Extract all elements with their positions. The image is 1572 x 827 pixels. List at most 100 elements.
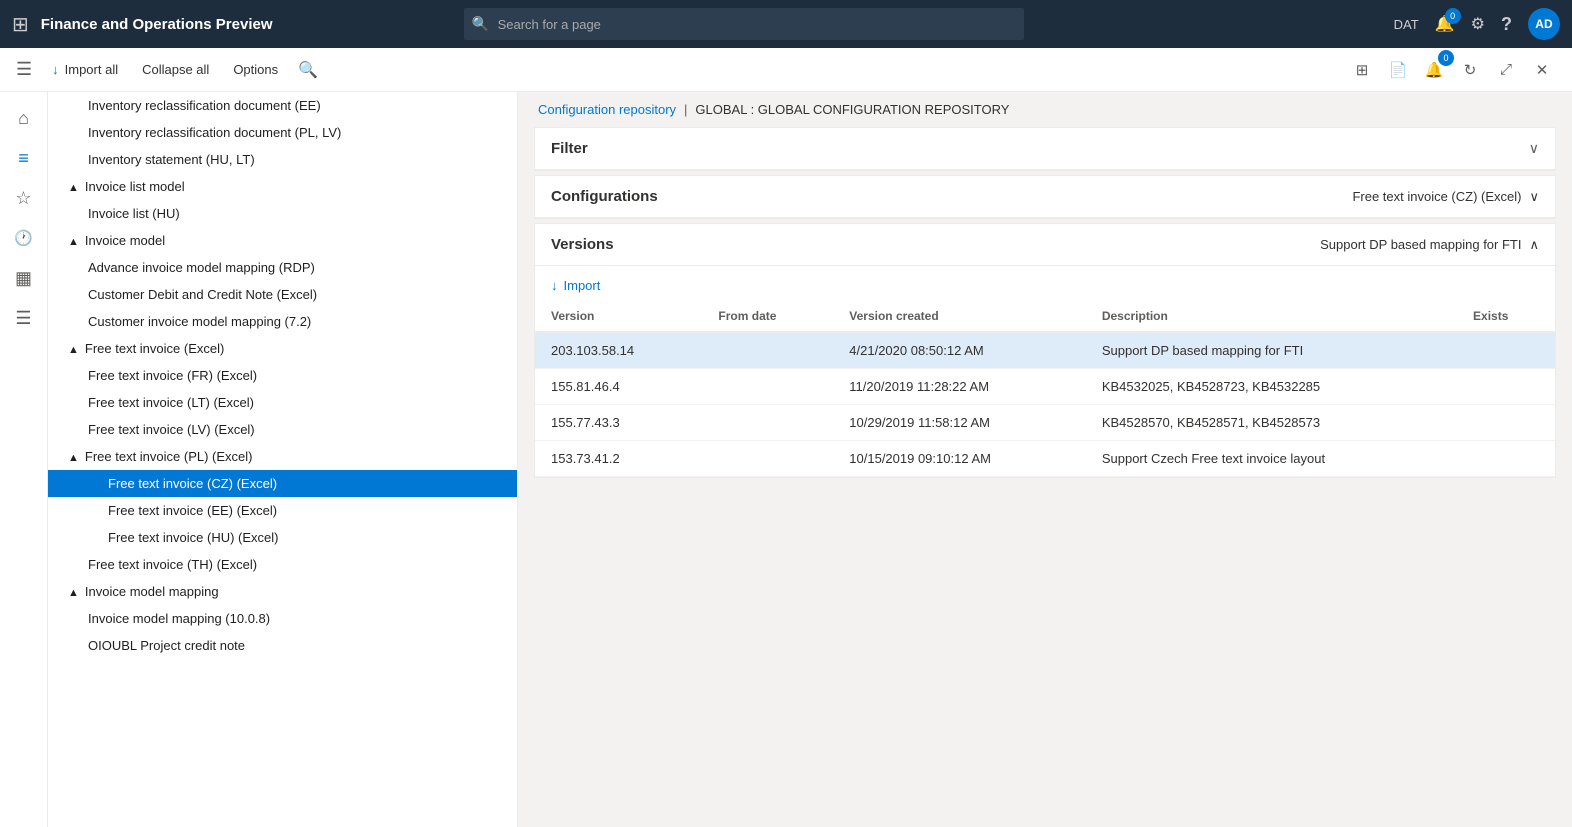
table-row[interactable]: 203.103.58.144/21/2020 08:50:12 AMSuppor… <box>535 332 1555 369</box>
table-cell-exists <box>1457 332 1555 369</box>
notification-badge: 0 <box>1445 8 1461 24</box>
notification-icon[interactable]: 🔔 0 <box>1435 14 1455 34</box>
collapse-all-button[interactable]: Collapse all <box>134 58 217 81</box>
table-header-row: Version From date Version created Descri… <box>535 301 1555 332</box>
tree-item[interactable]: Inventory statement (HU, LT) <box>48 146 517 173</box>
open-new-icon[interactable]: ⤢ <box>1492 56 1520 84</box>
toolbar-search-button[interactable]: 🔍 <box>294 56 322 84</box>
toolbar-badge: 0 <box>1438 50 1454 66</box>
breadcrumb-repo[interactable]: Configuration repository <box>538 102 676 117</box>
options-button[interactable]: Options <box>225 58 286 81</box>
tree-item-label: Free text invoice (EE) (Excel) <box>108 503 277 518</box>
list-icon[interactable]: ☰ <box>6 300 42 336</box>
bookmark-icon[interactable]: 📄 <box>1384 56 1412 84</box>
tree-item[interactable]: Free text invoice (LV) (Excel) <box>48 416 517 443</box>
collapse-icon: ▲ <box>68 587 79 599</box>
table-cell-description: Support DP based mapping for FTI <box>1086 332 1457 369</box>
tree-item-label: Customer Debit and Credit Note (Excel) <box>88 287 317 302</box>
tree-item-label: Free text invoice (PL) (Excel) <box>85 449 253 464</box>
table-cell-version_created: 10/15/2019 09:10:12 AM <box>833 441 1086 477</box>
import-label: Import <box>564 278 601 293</box>
favorites-icon[interactable]: ☆ <box>6 180 42 216</box>
table-row[interactable]: 153.73.41.210/15/2019 09:10:12 AMSupport… <box>535 441 1555 477</box>
apps-grid-icon[interactable]: ⊞ <box>12 12 29 37</box>
search-input[interactable] <box>464 8 1024 40</box>
toolbar: ☰ ↓ Import all Collapse all Options 🔍 ⊞ … <box>0 48 1572 92</box>
table-row[interactable]: 155.77.43.310/29/2019 11:58:12 AMKB45285… <box>535 405 1555 441</box>
configurations-header[interactable]: Configurations Free text invoice (CZ) (E… <box>535 176 1555 218</box>
tree-item[interactable]: ▲Invoice model <box>48 227 517 254</box>
import-button[interactable]: ↓ Import <box>535 270 616 301</box>
versions-toolbar: ↓ Import <box>535 266 1555 301</box>
tree-item[interactable]: ▲Free text invoice (Excel) <box>48 335 517 362</box>
tree-item-label: Invoice list (HU) <box>88 206 180 221</box>
top-nav-bar: ⊞ Finance and Operations Preview 🔍 DAT 🔔… <box>0 0 1572 48</box>
selected-config-label: Free text invoice (CZ) (Excel) <box>1352 189 1521 204</box>
versions-section: Versions Support DP based mapping for FT… <box>534 223 1556 478</box>
versions-title: Versions <box>551 236 614 253</box>
tree-item[interactable]: Free text invoice (EE) (Excel) <box>48 497 517 524</box>
col-from-date: From date <box>702 301 833 332</box>
tree-item[interactable]: Inventory reclassification document (PL,… <box>48 119 517 146</box>
configurations-title: Configurations <box>551 188 658 205</box>
tree-item-label: Advance invoice model mapping (RDP) <box>88 260 315 275</box>
table-row[interactable]: 155.81.46.411/20/2019 11:28:22 AMKB45320… <box>535 369 1555 405</box>
configurations-right-label: Free text invoice (CZ) (Excel) ∨ <box>1352 189 1539 205</box>
table-cell-version_created: 4/21/2020 08:50:12 AM <box>833 332 1086 369</box>
collapse-icon: ▲ <box>68 452 79 464</box>
versions-header: Versions Support DP based mapping for FT… <box>535 224 1555 266</box>
filter-collapse-icon[interactable]: ∨ <box>1529 140 1539 157</box>
tree-item-label: Inventory statement (HU, LT) <box>88 152 255 167</box>
table-cell-exists <box>1457 441 1555 477</box>
notification-icon-toolbar[interactable]: 🔔 0 <box>1420 56 1448 84</box>
tree-item-label: Inventory reclassification document (EE) <box>88 98 321 113</box>
col-version: Version <box>535 301 702 332</box>
tree-item[interactable]: Free text invoice (TH) (Excel) <box>48 551 517 578</box>
tree-item-label: Free text invoice (TH) (Excel) <box>88 557 257 572</box>
tree-item[interactable]: OIOUBL Project credit note <box>48 632 517 659</box>
table-cell-exists <box>1457 369 1555 405</box>
table-cell-version_created: 11/20/2019 11:28:22 AM <box>833 369 1086 405</box>
tree-item[interactable]: Free text invoice (LT) (Excel) <box>48 389 517 416</box>
refresh-icon[interactable]: ↻ <box>1456 56 1484 84</box>
table-cell-version: 155.81.46.4 <box>535 369 702 405</box>
tree-item[interactable]: Free text invoice (CZ) (Excel) <box>48 470 517 497</box>
settings-icon[interactable]: ⚙ <box>1471 14 1485 34</box>
tree-item-label: Invoice model mapping <box>85 584 219 599</box>
tree-item[interactable]: Invoice model mapping (10.0.8) <box>48 605 517 632</box>
tree-item[interactable]: Free text invoice (HU) (Excel) <box>48 524 517 551</box>
tree-item[interactable]: Customer invoice model mapping (7.2) <box>48 308 517 335</box>
help-icon[interactable]: ? <box>1501 14 1512 35</box>
tree-item[interactable]: Customer Debit and Credit Note (Excel) <box>48 281 517 308</box>
toolbar-right: ⊞ 📄 🔔 0 ↻ ⤢ ✕ <box>1348 56 1556 84</box>
tree-item[interactable]: ▲Invoice list model <box>48 173 517 200</box>
tree-item[interactable]: ▲ Free text invoice (PL) (Excel) <box>48 443 517 470</box>
tree-item[interactable]: Inventory reclassification document (EE) <box>48 92 517 119</box>
tree-item[interactable]: Advance invoice model mapping (RDP) <box>48 254 517 281</box>
tree-item[interactable]: Free text invoice (FR) (Excel) <box>48 362 517 389</box>
tree-item[interactable]: Invoice list (HU) <box>48 200 517 227</box>
hamburger-icon[interactable]: ☰ <box>16 59 32 80</box>
tree-item[interactable]: ▲ Invoice model mapping <box>48 578 517 605</box>
personalize-icon[interactable]: ⊞ <box>1348 56 1376 84</box>
filter-icon[interactable]: ≡ <box>6 140 42 176</box>
home-icon[interactable]: ⌂ <box>6 100 42 136</box>
env-label: DAT <box>1394 17 1419 32</box>
filter-title: Filter <box>551 140 588 157</box>
workspace-icon[interactable]: ▦ <box>6 260 42 296</box>
history-icon[interactable]: 🕐 <box>6 220 42 256</box>
table-cell-from_date <box>702 332 833 369</box>
close-icon[interactable]: ✕ <box>1528 56 1556 84</box>
versions-collapse-icon[interactable]: ∧ <box>1529 237 1539 253</box>
right-panel: Configuration repository | GLOBAL : GLOB… <box>518 92 1572 827</box>
configurations-collapse-icon[interactable]: ∨ <box>1529 189 1539 205</box>
tree-item-label: Free text invoice (LT) (Excel) <box>88 395 254 410</box>
import-all-button[interactable]: ↓ Import all <box>44 58 126 81</box>
tree-item-label: Free text invoice (FR) (Excel) <box>88 368 257 383</box>
table-cell-from_date <box>702 405 833 441</box>
collapse-icon: ▲ <box>68 236 79 248</box>
avatar[interactable]: AD <box>1528 8 1560 40</box>
main-layout: ⌂ ≡ ☆ 🕐 ▦ ☰ Inventory reclassification d… <box>0 92 1572 827</box>
filter-section-header[interactable]: Filter ∨ <box>535 128 1555 170</box>
tree-item-label: Invoice list model <box>85 179 185 194</box>
